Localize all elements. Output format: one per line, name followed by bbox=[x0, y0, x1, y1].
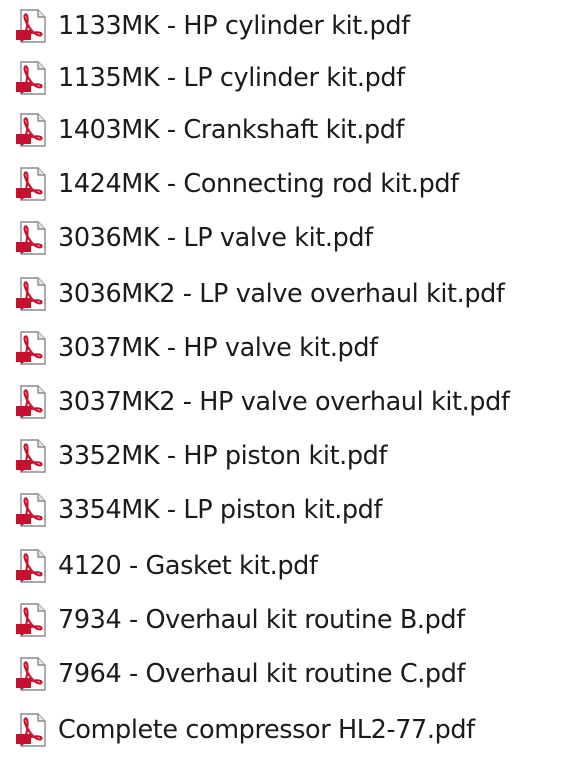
pdf-file-icon bbox=[14, 112, 50, 148]
pdf-file-icon bbox=[14, 712, 50, 748]
file-name: 3036MK - LP valve kit.pdf bbox=[58, 223, 373, 253]
file-item[interactable]: 3036MK2 - LP valve overhaul kit.pdf bbox=[14, 274, 505, 314]
file-item[interactable]: 3037MK2 - HP valve overhaul kit.pdf bbox=[14, 382, 510, 422]
pdf-file-icon bbox=[14, 656, 50, 692]
pdf-file-icon bbox=[14, 438, 50, 474]
file-list: 1133MK - HP cylinder kit.pdf 1135MK - LP… bbox=[0, 0, 582, 766]
pdf-file-icon bbox=[14, 602, 50, 638]
pdf-file-icon bbox=[14, 8, 50, 44]
file-name: 4120 - Gasket kit.pdf bbox=[58, 551, 318, 581]
pdf-file-icon bbox=[14, 60, 50, 96]
file-item[interactable]: 1424MK - Connecting rod kit.pdf bbox=[14, 164, 459, 204]
file-item[interactable]: 1403MK - Crankshaft kit.pdf bbox=[14, 110, 404, 150]
file-name: 3352MK - HP piston kit.pdf bbox=[58, 441, 388, 471]
file-item[interactable]: 7964 - Overhaul kit routine C.pdf bbox=[14, 654, 465, 694]
file-name: 3036MK2 - LP valve overhaul kit.pdf bbox=[58, 279, 505, 309]
file-name: 1135MK - LP cylinder kit.pdf bbox=[58, 63, 405, 93]
pdf-file-icon bbox=[14, 276, 50, 312]
file-name: 7934 - Overhaul kit routine B.pdf bbox=[58, 605, 465, 635]
file-item[interactable]: 3036MK - LP valve kit.pdf bbox=[14, 218, 373, 258]
file-name: 1403MK - Crankshaft kit.pdf bbox=[58, 115, 405, 145]
file-item[interactable]: 3352MK - HP piston kit.pdf bbox=[14, 436, 387, 476]
file-item[interactable]: 3354MK - LP piston kit.pdf bbox=[14, 490, 382, 530]
pdf-file-icon bbox=[14, 166, 50, 202]
pdf-file-icon bbox=[14, 220, 50, 256]
file-item[interactable]: 4120 - Gasket kit.pdf bbox=[14, 546, 318, 586]
file-item[interactable]: 1135MK - LP cylinder kit.pdf bbox=[14, 58, 405, 98]
pdf-file-icon bbox=[14, 492, 50, 528]
file-name: 3037MK2 - HP valve overhaul kit.pdf bbox=[58, 387, 510, 417]
file-item[interactable]: 1133MK - HP cylinder kit.pdf bbox=[14, 6, 410, 46]
file-item[interactable]: Complete compressor HL2-77.pdf bbox=[14, 710, 475, 750]
file-name: 3354MK - LP piston kit.pdf bbox=[58, 495, 383, 525]
file-name: Complete compressor HL2-77.pdf bbox=[58, 715, 475, 745]
file-name: 7964 - Overhaul kit routine C.pdf bbox=[58, 659, 466, 689]
file-item[interactable]: 7934 - Overhaul kit routine B.pdf bbox=[14, 600, 465, 640]
file-name: 1133MK - HP cylinder kit.pdf bbox=[58, 11, 410, 41]
pdf-file-icon bbox=[14, 384, 50, 420]
file-name: 1424MK - Connecting rod kit.pdf bbox=[58, 169, 459, 199]
file-item[interactable]: 3037MK - HP valve kit.pdf bbox=[14, 328, 378, 368]
file-name: 3037MK - HP valve kit.pdf bbox=[58, 333, 378, 363]
pdf-file-icon bbox=[14, 330, 50, 366]
pdf-file-icon bbox=[14, 548, 50, 584]
